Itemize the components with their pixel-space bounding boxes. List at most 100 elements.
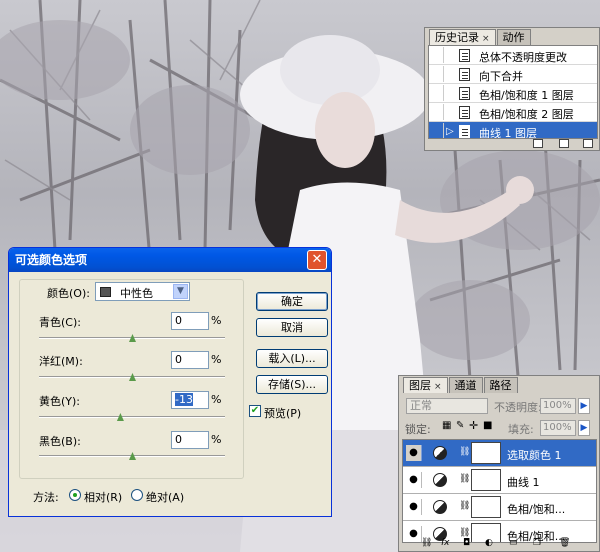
history-step-icon [459,87,470,100]
fx-icon[interactable]: fx [441,538,450,548]
tab-history-label: 历史记录 [435,31,479,44]
fill-value: 100% [543,422,572,433]
adjustment-layer-icon [433,500,447,514]
chevron-down-icon[interactable]: ▼ [173,284,188,299]
tab-actions[interactable]: 动作 [496,29,531,45]
history-item[interactable]: 向下合并 [429,65,597,84]
eye-icon[interactable]: ● [406,499,422,515]
yellow-input[interactable]: -13 [171,391,209,409]
history-item[interactable]: 色相/饱和度 1 图层 [429,84,597,103]
history-item-label: 色相/饱和度 2 图层 [479,108,574,121]
layer-row[interactable]: ● ⛓ 曲线 1 [403,467,596,494]
colors-label: 颜色(O): [47,287,90,300]
folder-icon[interactable]: ▭ [509,538,518,548]
link-chain-icon: ⛓ [459,501,471,511]
method-absolute-radio[interactable] [131,489,143,501]
lock-transparency-icon[interactable]: ▦ [442,420,451,431]
selective-color-dialog: 可选颜色选项 ✕ 颜色(O): 中性色 ▼ 青色(C): 0 % 洋红(M): … [8,247,332,517]
layer-mask-thumbnail[interactable] [471,469,501,491]
history-item-label: 向下合并 [479,70,523,83]
layer-row[interactable]: ● ⛓ 选取颜色 1 [403,440,596,467]
new-layer-icon[interactable]: ❐ [533,538,541,548]
layer-name: 选取颜色 1 [507,449,562,462]
history-list: 总体不透明度更改 向下合并 色相/饱和度 1 图层 色相/饱和度 2 图层 ▷ … [428,45,598,139]
lock-position-icon[interactable]: ✛ [469,419,478,432]
cancel-button[interactable]: 取消 [256,318,328,337]
snapshot-source-cell[interactable] [430,104,444,120]
tab-actions-label: 动作 [502,31,525,44]
mask-icon[interactable]: ◘ [463,538,470,548]
close-icon[interactable]: ✕ [307,250,327,270]
snapshot-source-cell[interactable] [430,66,444,82]
eye-icon[interactable]: ● [406,526,422,542]
yellow-track[interactable] [39,416,225,418]
colors-select-value: 中性色 [120,287,153,300]
tab-close-icon[interactable]: × [434,382,442,392]
adjustment-icon[interactable]: ◐ [485,538,493,548]
fill-arrow-icon[interactable]: ▶ [578,420,590,436]
history-step-icon [459,106,470,119]
snapshot-source-cell[interactable] [430,47,444,63]
history-item-label: 曲线 1 图层 [479,127,537,139]
opacity-arrow-icon[interactable]: ▶ [578,398,590,414]
snapshot-source-cell[interactable] [430,123,444,138]
tab-close-icon[interactable]: × [482,34,490,44]
color-swatch [100,287,111,297]
link-icon[interactable]: ⛓ [421,538,432,548]
magenta-value: 0 [175,353,182,366]
link-chain-icon: ⛓ [459,447,471,457]
percent-unit: % [211,393,222,406]
cyan-label: 青色(C): [39,316,81,329]
dialog-titlebar[interactable]: 可选颜色选项 ✕ [9,248,331,272]
new-document-icon[interactable] [533,139,543,148]
percent-unit: % [211,433,222,446]
eye-icon[interactable]: ● [406,472,422,488]
lock-row: 锁定: ▦ ✎ ✛ ■ 填充: 100% ▶ [402,418,597,438]
method-relative-radio[interactable] [69,489,81,501]
blend-row: 正常 不透明度: 100% ▶ [402,396,597,416]
trash-icon[interactable]: 🗑 [559,538,570,548]
tab-paths[interactable]: 路径 [483,377,518,393]
method-label: 方法: [33,491,59,504]
blend-mode-select[interactable]: 正常 [406,398,488,414]
eye-icon[interactable]: ● [406,445,422,461]
tab-channels[interactable]: 通道 [448,377,483,393]
blend-mode-value: 正常 [410,399,432,412]
layers-tabs: 图层 × 通道 路径 [399,376,599,393]
load-button[interactable]: 载入(L)... [256,349,328,368]
tab-layers[interactable]: 图层 × [403,377,448,393]
magenta-input[interactable]: 0 [171,351,209,369]
trash-icon[interactable] [583,139,593,148]
layer-list: ● ⛓ 选取颜色 1 ● ⛓ 曲线 1 ● ⛓ 色相/饱和... ● ⛓ 色相/… [402,439,597,543]
tab-layers-label: 图层 [409,379,431,392]
percent-unit: % [211,353,222,366]
preview-checkbox[interactable]: ✔ [249,405,261,417]
magenta-label: 洋红(M): [39,355,83,368]
colors-select[interactable]: 中性色 ▼ [95,282,190,301]
layer-row[interactable]: ● ⛓ 色相/饱和... [403,494,596,521]
history-item-current[interactable]: ▷ 曲线 1 图层 [429,122,597,139]
lock-pixels-icon[interactable]: ✎ [456,420,464,431]
layer-mask-thumbnail[interactable] [471,496,501,518]
history-tabs: 历史记录 × 动作 [425,28,599,45]
preview-label: 预览(P) [264,407,302,420]
method-absolute-label: 绝对(A) [146,491,185,504]
cyan-input[interactable]: 0 [171,312,209,330]
opacity-input[interactable]: 100% [540,398,576,414]
snapshot-source-cell[interactable] [430,85,444,101]
tab-history[interactable]: 历史记录 × [429,29,496,45]
layers-panel: 图层 × 通道 路径 正常 不透明度: 100% ▶ 锁定: ▦ ✎ ✛ ■ 填充… [398,375,600,552]
save-button[interactable]: 存储(S)... [256,375,328,394]
lock-label: 锁定: [405,423,431,436]
tab-paths-label: 路径 [489,379,512,392]
history-item[interactable]: 总体不透明度更改 [429,46,597,65]
black-label: 黑色(B): [39,435,81,448]
history-item[interactable]: 色相/饱和度 2 图层 [429,103,597,122]
black-input[interactable]: 0 [171,431,209,449]
camera-snapshot-icon[interactable] [559,139,569,148]
ok-button[interactable]: 确定 [256,292,328,311]
method-relative-label: 相对(R) [84,491,123,504]
layer-mask-thumbnail[interactable] [471,442,501,464]
lock-all-icon[interactable]: ■ [483,420,492,431]
fill-input[interactable]: 100% [540,420,576,436]
